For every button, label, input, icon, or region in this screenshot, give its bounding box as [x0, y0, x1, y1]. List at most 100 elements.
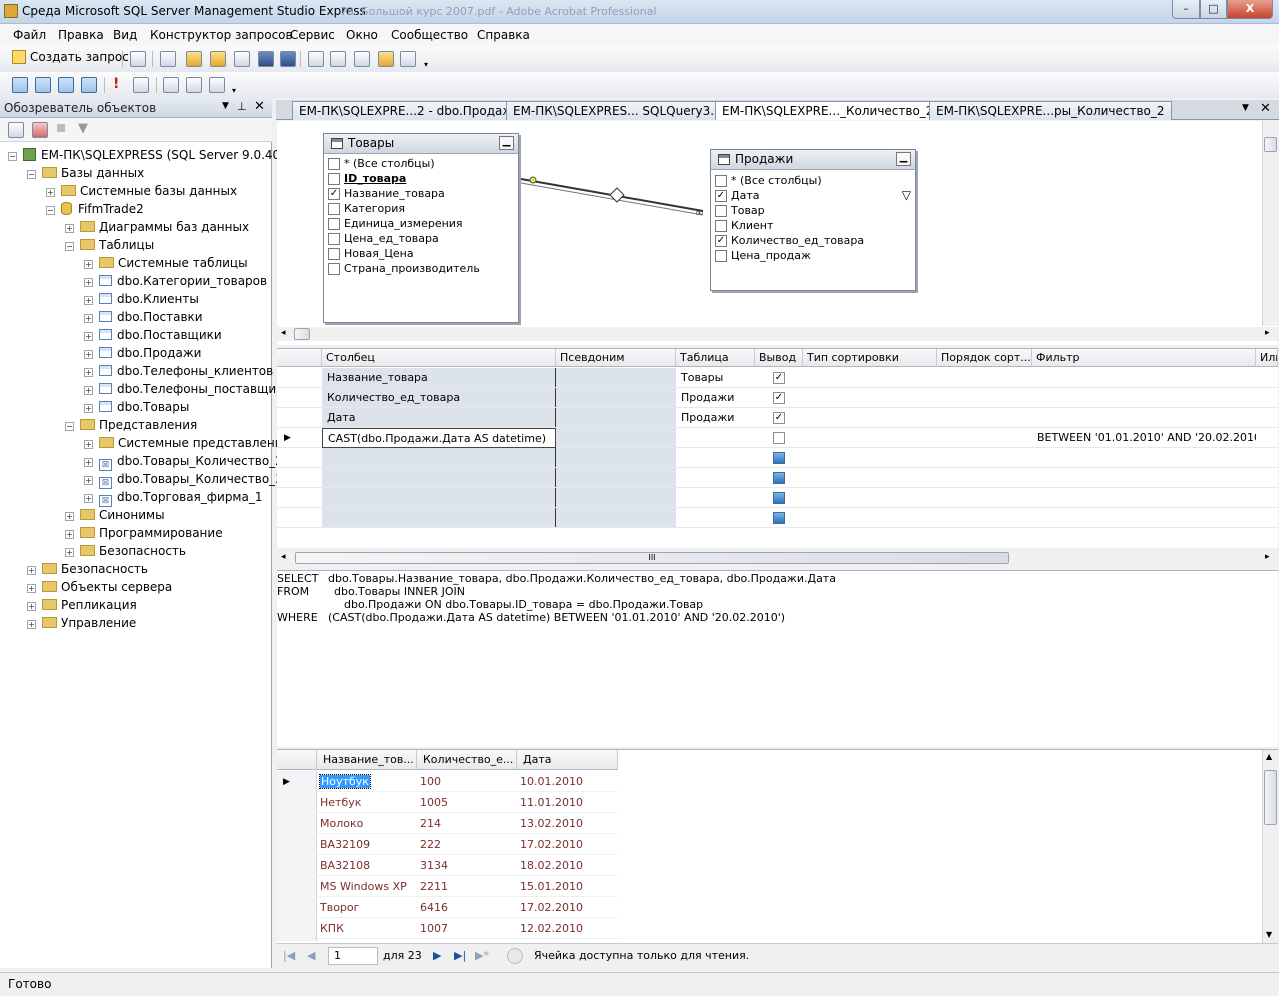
properties-icon[interactable]	[378, 51, 394, 67]
table-box-tovary[interactable]: Товары ▁ * (Все столбцы) ID_товара ✓ Назва…	[323, 133, 519, 323]
grid-header[interactable]: Фильтр	[1032, 349, 1256, 367]
toolbar-overflow-icon[interactable]: ▾	[232, 86, 236, 95]
column-item[interactable]: ✓ Дата ▽	[711, 188, 915, 203]
expand-icon[interactable]: +	[84, 332, 93, 341]
expand-icon[interactable]: +	[84, 458, 93, 467]
previous-record-icon[interactable]: ◀	[307, 949, 315, 962]
column-item[interactable]: Клиент	[711, 218, 915, 233]
column-checkbox[interactable]: ✓	[715, 235, 727, 247]
column-item[interactable]: Страна_производитель	[324, 261, 518, 276]
expand-icon[interactable]: +	[84, 494, 93, 503]
verify-sql-icon[interactable]	[133, 77, 149, 93]
result-cell[interactable]: 18.02.2010	[517, 855, 618, 876]
column-checkbox[interactable]	[328, 203, 340, 215]
column-item[interactable]: ✓ Название_товара	[324, 186, 518, 201]
column-item[interactable]: Единица_измерения	[324, 216, 518, 231]
tree-node-table[interactable]: + dbo.Телефоны_клиентов	[84, 362, 273, 380]
column-checkbox[interactable]	[328, 218, 340, 230]
template-explorer-icon[interactable]	[354, 51, 370, 67]
tree-node-table[interactable]: + dbo.Товары	[84, 398, 189, 416]
column-checkbox[interactable]	[715, 250, 727, 262]
grid-cell-alias[interactable]	[556, 428, 676, 448]
collapse-icon[interactable]: −	[8, 152, 17, 161]
menu-tools[interactable]: Сервис	[290, 28, 335, 42]
menu-help[interactable]: Справка	[477, 28, 530, 42]
result-cell[interactable]: Ноутбук	[317, 771, 417, 792]
toolbox-icon[interactable]	[400, 51, 416, 67]
tree-node-db-security[interactable]: + Безопасность	[65, 542, 186, 560]
column-item[interactable]: ID_товара	[324, 171, 518, 186]
result-cell[interactable]: Молоко	[317, 813, 417, 834]
tree-node-server-objects[interactable]: + Объекты сервера	[27, 578, 172, 596]
tree-node-table[interactable]: + dbo.Поставщики	[84, 326, 222, 344]
column-checkbox[interactable]: ✓	[715, 190, 727, 202]
tree-node-view[interactable]: + ⊠ dbo.Товары_Количество_2	[84, 452, 283, 471]
result-cell[interactable]: ВА32108	[317, 855, 417, 876]
expand-icon[interactable]: +	[27, 566, 36, 575]
close-button[interactable]: X	[1227, 0, 1273, 19]
tree-node-system-tables[interactable]: + Системные таблицы	[84, 254, 248, 272]
sql-pane[interactable]: SELECT dbo.Товары.Название_товара, dbo.П…	[277, 570, 1278, 747]
connect-icon[interactable]	[8, 122, 24, 138]
tree-node-synonyms[interactable]: + Синонимы	[65, 506, 165, 524]
output-checkbox[interactable]: ✓	[773, 372, 785, 384]
tab-kolichestvo-2[interactable]: ЕМ-ПК\SQLEXPRE...ры_Количество_2	[929, 101, 1172, 120]
grid-cell-table[interactable]: Товары	[676, 368, 755, 388]
disconnect-icon[interactable]	[32, 122, 48, 138]
scroll-down-icon[interactable]: ▼	[1266, 930, 1272, 939]
grid-cell-alias[interactable]	[556, 388, 676, 408]
tree-node-view[interactable]: + ⊠ dbo.Товары_Количество_3	[84, 470, 283, 489]
result-cell[interactable]: 10.01.2010	[517, 771, 618, 792]
toolbar-overflow-icon[interactable]: ▾	[424, 60, 428, 69]
grid-cell-filter[interactable]: BETWEEN '01.01.2010' AND '20.02.2010'	[1032, 428, 1256, 448]
expand-icon[interactable]: +	[84, 350, 93, 359]
disconnect-icon[interactable]	[234, 51, 250, 67]
scroll-right-icon[interactable]: ▸	[1265, 552, 1270, 562]
collapse-icon[interactable]: −	[46, 206, 55, 215]
result-cell[interactable]: 100	[417, 771, 517, 792]
grid-header[interactable]: Таблица	[676, 349, 755, 367]
output-checkbox[interactable]: ✓	[773, 412, 785, 424]
grid-cell-filter[interactable]	[1032, 408, 1256, 428]
collapse-icon[interactable]: −	[65, 242, 74, 251]
column-checkbox[interactable]	[328, 233, 340, 245]
show-diagram-pane-icon[interactable]	[12, 77, 28, 93]
result-cell[interactable]: 17.02.2010	[517, 897, 618, 918]
diagram-vertical-scrollbar[interactable]	[1262, 121, 1278, 326]
grid-row-empty[interactable]	[277, 508, 1278, 528]
results-vertical-scrollbar[interactable]: ▲ ▼	[1262, 750, 1278, 944]
grid-cell-column[interactable]: CAST(dbo.Продажи.Дата AS datetime)	[322, 428, 556, 448]
expand-icon[interactable]: +	[27, 584, 36, 593]
filter-icon[interactable]: ▼	[78, 121, 88, 136]
minimize-table-icon[interactable]: ▁	[499, 136, 514, 150]
expand-icon[interactable]: +	[84, 386, 93, 395]
cancel-icon[interactable]	[507, 948, 523, 964]
new-project-icon[interactable]	[160, 51, 176, 67]
new-file-icon[interactable]	[130, 51, 146, 67]
results-header[interactable]: Дата	[517, 750, 618, 770]
tree-node-tables[interactable]: − Таблицы	[65, 236, 154, 254]
tab-list-icon[interactable]: ▼	[1242, 103, 1249, 113]
tree-node-system-views[interactable]: + Системные представления	[84, 434, 290, 452]
column-checkbox[interactable]	[715, 175, 727, 187]
tree-node-table[interactable]: + dbo.Клиенты	[84, 290, 199, 308]
object-explorer-icon[interactable]	[330, 51, 346, 67]
column-checkbox[interactable]	[328, 173, 340, 185]
tree-node-table[interactable]: + dbo.Телефоны_поставщик	[84, 380, 283, 398]
table-box-prodazhi[interactable]: Продажи ▁ * (Все столбцы) ✓ Дата ▽ Товар Кл…	[710, 149, 916, 291]
expand-icon[interactable]: +	[65, 530, 74, 539]
grid-row-current[interactable]: ▶ CAST(dbo.Продажи.Дата AS datetime) BET…	[277, 428, 1278, 448]
expand-icon[interactable]: +	[84, 260, 93, 269]
registered-servers-icon[interactable]	[308, 51, 324, 67]
tree-node-view[interactable]: + ⊠ dbo.Торговая_фирма_1	[84, 488, 262, 507]
expand-icon[interactable]: +	[84, 278, 93, 287]
show-criteria-pane-icon[interactable]	[35, 77, 51, 93]
scroll-left-icon[interactable]: ◂	[281, 552, 286, 562]
new-record-icon[interactable]: ▶*	[475, 949, 489, 962]
tab-sqlquery3[interactable]: ЕМ-ПК\SQLEXPRES... SQLQuery3.sql*	[506, 101, 745, 120]
table-box-header[interactable]: Товары ▁	[324, 134, 518, 154]
grid-row[interactable]: Количество_ед_товара Продажи ✓	[277, 388, 1278, 408]
add-derived-table-icon[interactable]	[209, 77, 225, 93]
result-cell[interactable]: 6416	[417, 897, 517, 918]
expand-icon[interactable]: +	[84, 314, 93, 323]
